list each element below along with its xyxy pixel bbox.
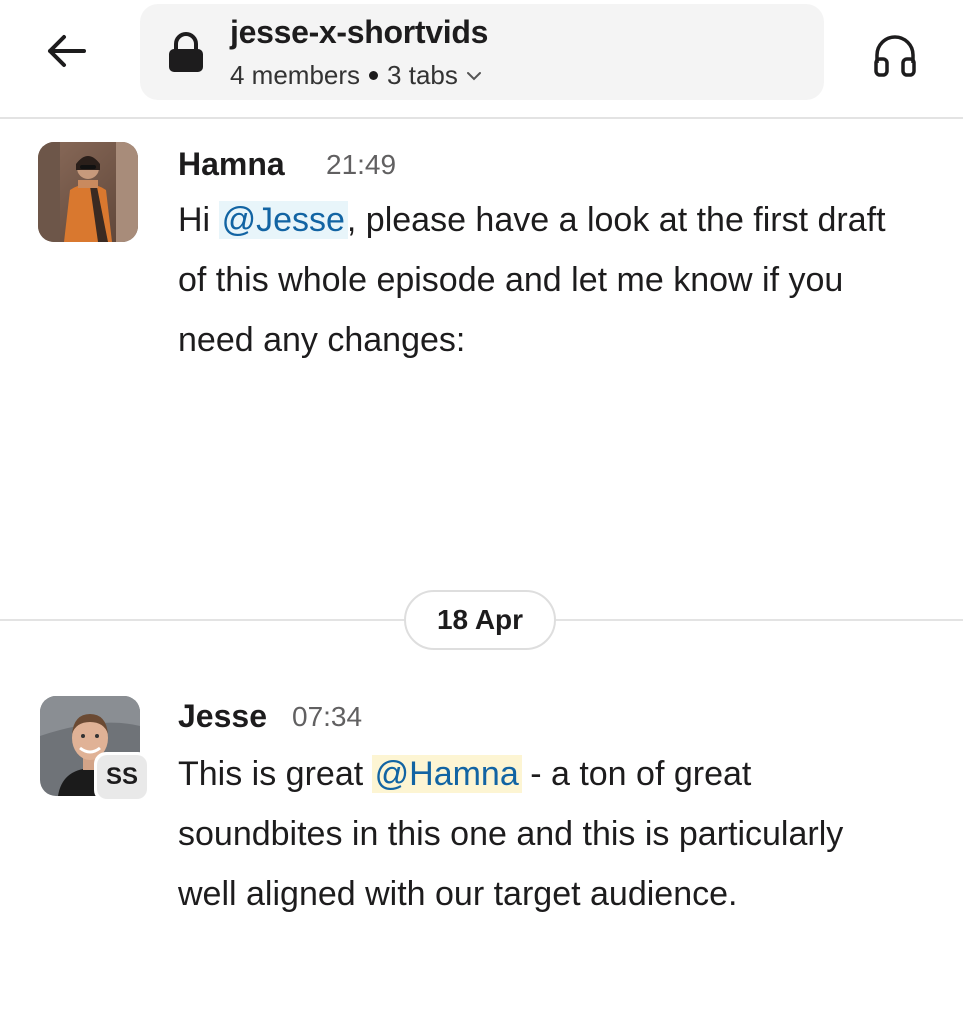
message-body: This is great @Hamna - a ton of great so… [178, 744, 898, 924]
message-text: Hi [178, 201, 220, 239]
header-divider [0, 117, 963, 119]
separator-dot [369, 71, 379, 80]
arrow-left-icon [48, 35, 86, 67]
message-sender[interactable]: Hamna [178, 146, 285, 183]
channel-meta[interactable]: 4 members 3 tabs [230, 60, 481, 91]
status-text: SS [97, 755, 147, 799]
message-sender[interactable]: Jesse [178, 698, 267, 735]
avatar-hamna[interactable] [38, 142, 138, 242]
member-count: 4 members [230, 60, 361, 90]
huddle-button[interactable] [868, 28, 922, 82]
message-body: Hi @Jesse, please have a look at the fir… [178, 190, 908, 370]
headphones-icon [874, 35, 916, 77]
user-mention[interactable]: @Jesse [218, 201, 348, 239]
user-mention[interactable]: @Hamna [371, 755, 522, 793]
back-button[interactable] [34, 24, 98, 78]
chevron-down-icon [466, 71, 481, 80]
date-divider[interactable]: 18 Apr [404, 590, 556, 650]
message-timestamp: 07:34 [292, 701, 363, 732]
status-badge[interactable]: SS [94, 752, 150, 802]
channel-name[interactable]: jesse-x-shortvids [230, 14, 488, 51]
message-text: This is great [178, 755, 373, 793]
tab-count: 3 tabs [387, 60, 458, 90]
lock-icon [166, 30, 206, 74]
message-timestamp: 21:49 [326, 149, 397, 180]
